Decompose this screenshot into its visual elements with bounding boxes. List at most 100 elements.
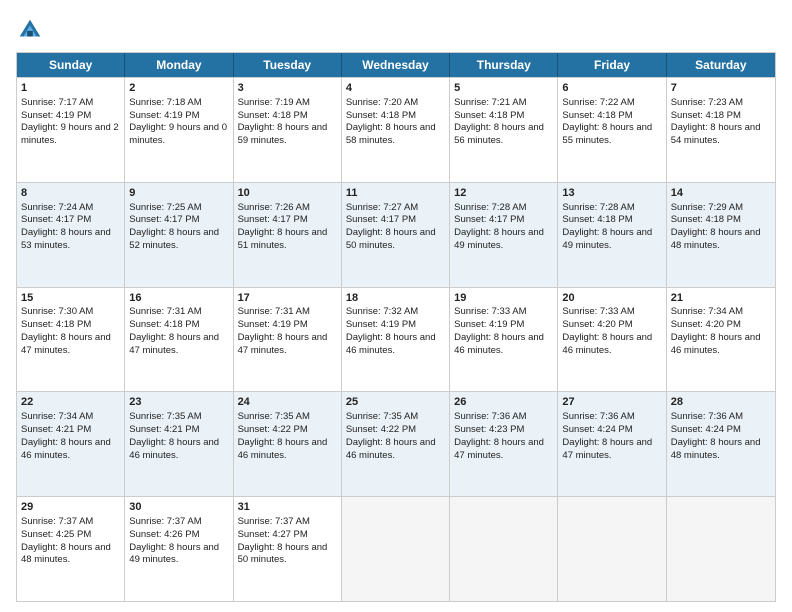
day-info: Sunrise: 7:34 AM Sunset: 4:20 PM Dayligh…	[671, 306, 761, 355]
header-day-sunday: Sunday	[17, 53, 125, 77]
day-info: Sunrise: 7:37 AM Sunset: 4:26 PM Dayligh…	[129, 516, 219, 565]
page: SundayMondayTuesdayWednesdayThursdayFrid…	[0, 0, 792, 612]
day-info: Sunrise: 7:36 AM Sunset: 4:24 PM Dayligh…	[562, 411, 652, 460]
day-number: 13	[562, 186, 661, 201]
cal-cell: 10Sunrise: 7:26 AM Sunset: 4:17 PM Dayli…	[234, 183, 342, 287]
cal-cell: 30Sunrise: 7:37 AM Sunset: 4:26 PM Dayli…	[125, 497, 233, 601]
cal-cell: 14Sunrise: 7:29 AM Sunset: 4:18 PM Dayli…	[667, 183, 775, 287]
cal-cell: 26Sunrise: 7:36 AM Sunset: 4:23 PM Dayli…	[450, 392, 558, 496]
header-day-friday: Friday	[558, 53, 666, 77]
cal-cell	[558, 497, 666, 601]
day-info: Sunrise: 7:36 AM Sunset: 4:23 PM Dayligh…	[454, 411, 544, 460]
cal-cell: 9Sunrise: 7:25 AM Sunset: 4:17 PM Daylig…	[125, 183, 233, 287]
cal-cell: 2Sunrise: 7:18 AM Sunset: 4:19 PM Daylig…	[125, 78, 233, 182]
cal-cell: 1Sunrise: 7:17 AM Sunset: 4:19 PM Daylig…	[17, 78, 125, 182]
day-info: Sunrise: 7:36 AM Sunset: 4:24 PM Dayligh…	[671, 411, 761, 460]
cal-cell: 18Sunrise: 7:32 AM Sunset: 4:19 PM Dayli…	[342, 288, 450, 392]
day-number: 24	[238, 395, 337, 410]
day-info: Sunrise: 7:17 AM Sunset: 4:19 PM Dayligh…	[21, 97, 119, 146]
header	[16, 16, 776, 44]
week-row-1: 8Sunrise: 7:24 AM Sunset: 4:17 PM Daylig…	[17, 182, 775, 287]
day-info: Sunrise: 7:29 AM Sunset: 4:18 PM Dayligh…	[671, 202, 761, 251]
day-number: 1	[21, 81, 120, 96]
day-number: 21	[671, 291, 771, 306]
day-number: 29	[21, 500, 120, 515]
cal-cell: 31Sunrise: 7:37 AM Sunset: 4:27 PM Dayli…	[234, 497, 342, 601]
day-number: 3	[238, 81, 337, 96]
day-number: 5	[454, 81, 553, 96]
header-day-wednesday: Wednesday	[342, 53, 450, 77]
cal-cell: 6Sunrise: 7:22 AM Sunset: 4:18 PM Daylig…	[558, 78, 666, 182]
cal-cell: 23Sunrise: 7:35 AM Sunset: 4:21 PM Dayli…	[125, 392, 233, 496]
cal-cell: 24Sunrise: 7:35 AM Sunset: 4:22 PM Dayli…	[234, 392, 342, 496]
day-info: Sunrise: 7:28 AM Sunset: 4:18 PM Dayligh…	[562, 202, 652, 251]
day-number: 25	[346, 395, 445, 410]
logo-icon	[16, 16, 44, 44]
cal-cell	[450, 497, 558, 601]
cal-cell: 12Sunrise: 7:28 AM Sunset: 4:17 PM Dayli…	[450, 183, 558, 287]
calendar-header: SundayMondayTuesdayWednesdayThursdayFrid…	[17, 53, 775, 77]
cal-cell: 4Sunrise: 7:20 AM Sunset: 4:18 PM Daylig…	[342, 78, 450, 182]
day-info: Sunrise: 7:20 AM Sunset: 4:18 PM Dayligh…	[346, 97, 436, 146]
day-info: Sunrise: 7:35 AM Sunset: 4:22 PM Dayligh…	[238, 411, 328, 460]
day-number: 9	[129, 186, 228, 201]
cal-cell: 27Sunrise: 7:36 AM Sunset: 4:24 PM Dayli…	[558, 392, 666, 496]
cal-cell: 17Sunrise: 7:31 AM Sunset: 4:19 PM Dayli…	[234, 288, 342, 392]
day-number: 16	[129, 291, 228, 306]
logo-area	[16, 16, 48, 44]
week-row-4: 29Sunrise: 7:37 AM Sunset: 4:25 PM Dayli…	[17, 496, 775, 601]
day-number: 10	[238, 186, 337, 201]
cal-cell: 7Sunrise: 7:23 AM Sunset: 4:18 PM Daylig…	[667, 78, 775, 182]
cal-cell: 28Sunrise: 7:36 AM Sunset: 4:24 PM Dayli…	[667, 392, 775, 496]
week-row-0: 1Sunrise: 7:17 AM Sunset: 4:19 PM Daylig…	[17, 77, 775, 182]
header-day-monday: Monday	[125, 53, 233, 77]
day-info: Sunrise: 7:28 AM Sunset: 4:17 PM Dayligh…	[454, 202, 544, 251]
day-number: 11	[346, 186, 445, 201]
day-info: Sunrise: 7:31 AM Sunset: 4:18 PM Dayligh…	[129, 306, 219, 355]
cal-cell: 29Sunrise: 7:37 AM Sunset: 4:25 PM Dayli…	[17, 497, 125, 601]
day-info: Sunrise: 7:33 AM Sunset: 4:19 PM Dayligh…	[454, 306, 544, 355]
day-number: 30	[129, 500, 228, 515]
day-number: 22	[21, 395, 120, 410]
cal-cell: 20Sunrise: 7:33 AM Sunset: 4:20 PM Dayli…	[558, 288, 666, 392]
day-info: Sunrise: 7:32 AM Sunset: 4:19 PM Dayligh…	[346, 306, 436, 355]
day-number: 28	[671, 395, 771, 410]
header-day-thursday: Thursday	[450, 53, 558, 77]
day-number: 14	[671, 186, 771, 201]
cal-cell: 25Sunrise: 7:35 AM Sunset: 4:22 PM Dayli…	[342, 392, 450, 496]
day-info: Sunrise: 7:33 AM Sunset: 4:20 PM Dayligh…	[562, 306, 652, 355]
day-info: Sunrise: 7:19 AM Sunset: 4:18 PM Dayligh…	[238, 97, 328, 146]
cal-cell: 21Sunrise: 7:34 AM Sunset: 4:20 PM Dayli…	[667, 288, 775, 392]
day-number: 19	[454, 291, 553, 306]
cal-cell: 22Sunrise: 7:34 AM Sunset: 4:21 PM Dayli…	[17, 392, 125, 496]
day-number: 31	[238, 500, 337, 515]
cal-cell	[342, 497, 450, 601]
day-number: 2	[129, 81, 228, 96]
calendar: SundayMondayTuesdayWednesdayThursdayFrid…	[16, 52, 776, 602]
day-info: Sunrise: 7:24 AM Sunset: 4:17 PM Dayligh…	[21, 202, 111, 251]
day-number: 6	[562, 81, 661, 96]
cal-cell: 15Sunrise: 7:30 AM Sunset: 4:18 PM Dayli…	[17, 288, 125, 392]
cal-cell: 5Sunrise: 7:21 AM Sunset: 4:18 PM Daylig…	[450, 78, 558, 182]
day-number: 26	[454, 395, 553, 410]
day-number: 8	[21, 186, 120, 201]
day-info: Sunrise: 7:22 AM Sunset: 4:18 PM Dayligh…	[562, 97, 652, 146]
cal-cell: 16Sunrise: 7:31 AM Sunset: 4:18 PM Dayli…	[125, 288, 233, 392]
cal-cell: 13Sunrise: 7:28 AM Sunset: 4:18 PM Dayli…	[558, 183, 666, 287]
week-row-2: 15Sunrise: 7:30 AM Sunset: 4:18 PM Dayli…	[17, 287, 775, 392]
day-number: 12	[454, 186, 553, 201]
day-info: Sunrise: 7:25 AM Sunset: 4:17 PM Dayligh…	[129, 202, 219, 251]
day-info: Sunrise: 7:26 AM Sunset: 4:17 PM Dayligh…	[238, 202, 328, 251]
header-day-saturday: Saturday	[667, 53, 775, 77]
day-number: 17	[238, 291, 337, 306]
day-number: 18	[346, 291, 445, 306]
day-number: 23	[129, 395, 228, 410]
day-info: Sunrise: 7:35 AM Sunset: 4:22 PM Dayligh…	[346, 411, 436, 460]
calendar-body: 1Sunrise: 7:17 AM Sunset: 4:19 PM Daylig…	[17, 77, 775, 601]
day-info: Sunrise: 7:35 AM Sunset: 4:21 PM Dayligh…	[129, 411, 219, 460]
day-number: 7	[671, 81, 771, 96]
day-number: 4	[346, 81, 445, 96]
day-info: Sunrise: 7:21 AM Sunset: 4:18 PM Dayligh…	[454, 97, 544, 146]
cal-cell: 3Sunrise: 7:19 AM Sunset: 4:18 PM Daylig…	[234, 78, 342, 182]
week-row-3: 22Sunrise: 7:34 AM Sunset: 4:21 PM Dayli…	[17, 391, 775, 496]
